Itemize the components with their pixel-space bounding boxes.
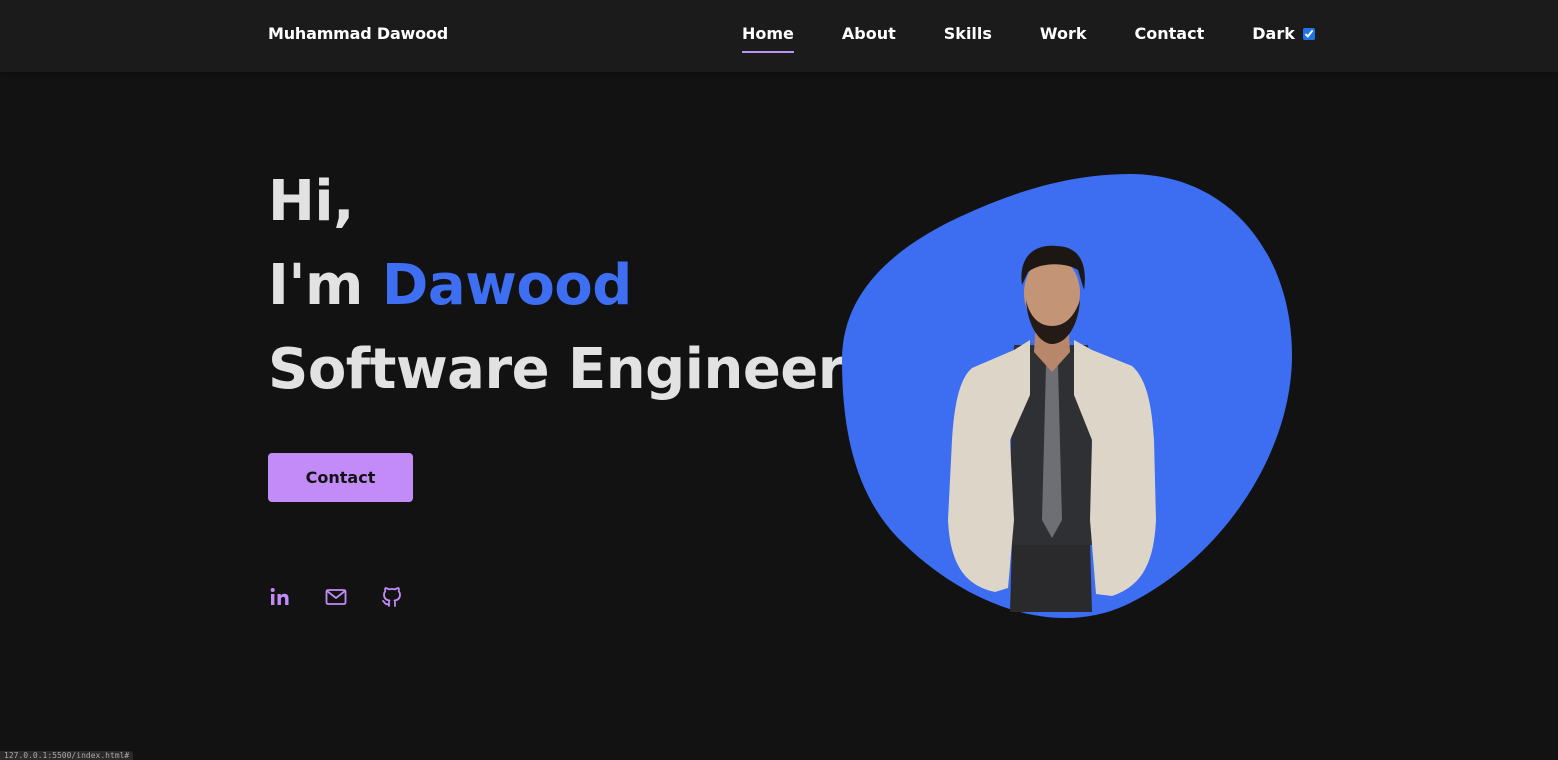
linkedin-link[interactable] [268, 585, 292, 609]
theme-toggle-label: Dark [1252, 24, 1295, 43]
github-icon [382, 587, 401, 607]
contact-button[interactable]: Contact [268, 453, 413, 502]
hero-intro-prefix: I'm [268, 253, 382, 318]
mail-icon [325, 589, 347, 605]
nav-link-work[interactable]: Work [1040, 24, 1087, 43]
navbar: Muhammad Dawood Home About Skills Work C… [0, 0, 1558, 72]
hero-intro: I'm Dawood [268, 244, 845, 328]
dark-mode-checkbox[interactable] [1302, 27, 1315, 40]
brand-logo[interactable]: Muhammad Dawood [268, 24, 448, 43]
social-links [268, 585, 436, 609]
hero-illustration [842, 174, 1292, 619]
browser-status-url: 127.0.0.1:5500/index.html# [0, 751, 134, 760]
hero-title: Software Engineer [268, 337, 845, 402]
hero-greeting: Hi, [268, 169, 354, 234]
github-link[interactable] [380, 585, 404, 609]
nav-link-home[interactable]: Home [742, 24, 794, 53]
nav-link-about[interactable]: About [842, 24, 896, 43]
theme-toggle[interactable]: Dark [1252, 24, 1315, 43]
email-link[interactable] [324, 585, 348, 609]
hero-heading: Hi, I'm Dawood Software Engineer [268, 160, 845, 412]
linkedin-icon [270, 588, 289, 605]
nav-menu: Home About Skills Work Contact Dark [742, 24, 1315, 53]
hero-name: Dawood [381, 253, 633, 318]
nav-link-skills[interactable]: Skills [944, 24, 992, 43]
nav-link-contact[interactable]: Contact [1135, 24, 1205, 43]
trousers-shape [1010, 540, 1092, 612]
